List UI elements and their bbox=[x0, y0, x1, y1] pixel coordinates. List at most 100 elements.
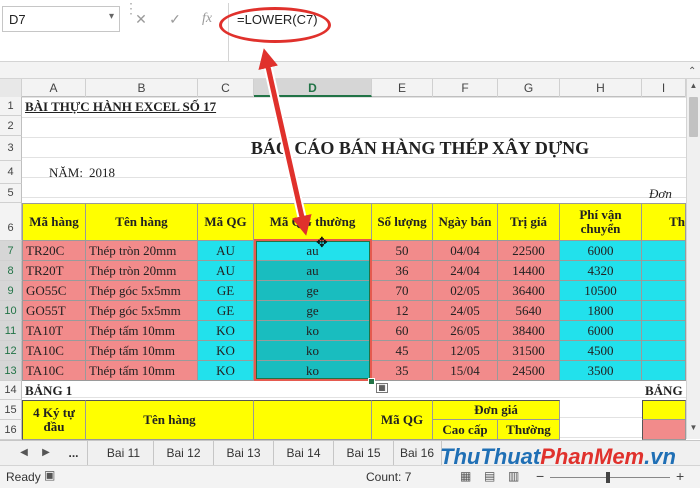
cell-ngay-ban[interactable]: 26/05 bbox=[433, 321, 498, 341]
cell-phi-van-chuyen[interactable]: 6000 bbox=[560, 321, 642, 341]
header-ten-hang[interactable]: Tên hàng bbox=[86, 203, 198, 241]
cell-ten-hang[interactable]: Thép tròn 20mm bbox=[86, 261, 198, 281]
report-title[interactable]: BÁO CÁO BÁN HÀNG THÉP XÂY DỰNG bbox=[200, 136, 640, 161]
lookup-empty[interactable] bbox=[254, 400, 372, 440]
cell-tri-gia[interactable]: 38400 bbox=[498, 321, 560, 341]
cell-ma-hang[interactable]: GO55T bbox=[22, 301, 86, 321]
year-value[interactable]: 2018 bbox=[86, 161, 146, 184]
scroll-up-icon[interactable]: ▲ bbox=[688, 81, 699, 95]
zoom-slider-thumb[interactable] bbox=[606, 472, 610, 483]
cell-ma-hang[interactable]: TA10C bbox=[22, 361, 86, 381]
cell-ma-qg[interactable]: GE bbox=[198, 281, 254, 301]
cell-phi-van-chuyen[interactable]: 4500 bbox=[560, 341, 642, 361]
cell-col-i[interactable] bbox=[642, 361, 686, 381]
vertical-scrollbar[interactable]: ▲ ▼ bbox=[686, 79, 700, 439]
cell-col-i[interactable] bbox=[642, 321, 686, 341]
sheet-tab-bai-11[interactable]: Bai 11 bbox=[94, 441, 154, 465]
prev-sheet-icon[interactable]: ◀ bbox=[16, 441, 32, 465]
collapse-icon[interactable]: ⌃ bbox=[688, 66, 696, 77]
header-phi-van-chuyen[interactable]: Phí vận chuyển bbox=[560, 203, 642, 241]
cell-ten-hang[interactable]: Thép tấm 10mm bbox=[86, 321, 198, 341]
cell-tri-gia[interactable]: 5640 bbox=[498, 301, 560, 321]
scroll-thumb[interactable] bbox=[689, 97, 698, 137]
column-header-h[interactable]: H bbox=[560, 79, 642, 97]
cell-phi-van-chuyen[interactable]: 10500 bbox=[560, 281, 642, 301]
zoom-in-button[interactable]: + bbox=[676, 468, 684, 484]
cell-ngay-ban[interactable]: 15/04 bbox=[433, 361, 498, 381]
row-header-1[interactable]: 1 bbox=[0, 97, 22, 116]
column-header-a[interactable]: A bbox=[22, 79, 86, 97]
row-header-8[interactable]: 8 bbox=[0, 261, 22, 281]
column-header-c[interactable]: C bbox=[198, 79, 254, 97]
cell-tri-gia[interactable]: 36400 bbox=[498, 281, 560, 301]
zoom-slider-track[interactable] bbox=[550, 477, 670, 478]
row-header-9[interactable]: 9 bbox=[0, 281, 22, 301]
cell-ma-hang[interactable]: TA10C bbox=[22, 341, 86, 361]
bang-2-cell[interactable] bbox=[642, 420, 686, 440]
insert-function-icon[interactable]: fx bbox=[196, 9, 218, 29]
page-layout-icon[interactable]: ▤ bbox=[484, 469, 495, 483]
select-all-corner[interactable] bbox=[0, 79, 22, 97]
cell-ma-qg[interactable]: KO bbox=[198, 341, 254, 361]
cell-so-luong[interactable]: 50 bbox=[372, 241, 433, 261]
cell-so-luong[interactable]: 70 bbox=[372, 281, 433, 301]
column-header-d[interactable]: D bbox=[254, 79, 372, 97]
cell-ngay-ban[interactable]: 24/05 bbox=[433, 301, 498, 321]
row-header-6[interactable]: 6 bbox=[0, 203, 22, 241]
cell-ma-qg[interactable]: KO bbox=[198, 321, 254, 341]
cell-ten-hang[interactable]: Thép tròn 20mm bbox=[86, 241, 198, 261]
cell-tri-gia[interactable]: 31500 bbox=[498, 341, 560, 361]
scroll-down-icon[interactable]: ▼ bbox=[688, 423, 699, 437]
row-header-13[interactable]: 13 bbox=[0, 361, 22, 381]
bang-1-label[interactable]: BẢNG 1 bbox=[22, 381, 142, 400]
cell-so-luong[interactable]: 35 bbox=[372, 361, 433, 381]
bang-2-header[interactable] bbox=[642, 400, 686, 420]
row-header-2[interactable]: 2 bbox=[0, 116, 22, 136]
column-header-f[interactable]: F bbox=[433, 79, 498, 97]
sheet-title[interactable]: BÀI THỰC HÀNH EXCEL SỐ 17 bbox=[22, 97, 262, 116]
row-header-4[interactable]: 4 bbox=[0, 161, 22, 184]
cell-phi-van-chuyen[interactable]: 1800 bbox=[560, 301, 642, 321]
row-header-5[interactable]: 5 bbox=[0, 184, 22, 203]
column-header-e[interactable]: E bbox=[372, 79, 433, 97]
cell-col-i[interactable] bbox=[642, 301, 686, 321]
row-header-10[interactable]: 10 bbox=[0, 301, 22, 321]
cell-ten-hang[interactable]: Thép góc 5x5mm bbox=[86, 281, 198, 301]
page-break-icon[interactable]: ▥ bbox=[508, 469, 519, 483]
cell-ma-hang[interactable]: TR20T bbox=[22, 261, 86, 281]
sheet-tab-bai-16[interactable]: Bai 16 bbox=[394, 441, 442, 465]
cell-ma-qg[interactable]: AU bbox=[198, 261, 254, 281]
fill-handle[interactable] bbox=[368, 378, 375, 385]
cell-phi-van-chuyen[interactable]: 4320 bbox=[560, 261, 642, 281]
cell-phi-van-chuyen[interactable]: 3500 bbox=[560, 361, 642, 381]
quick-analysis-icon[interactable]: ▦ bbox=[376, 383, 388, 393]
bang-2-label[interactable]: BẢNG bbox=[642, 381, 686, 400]
row-header-16[interactable]: 16 bbox=[0, 420, 22, 440]
name-box[interactable]: D7 ▾ bbox=[2, 6, 120, 32]
cell-ma-hang[interactable]: GO55C bbox=[22, 281, 86, 301]
lookup-header-ten-hang[interactable]: Tên hàng bbox=[86, 400, 254, 440]
cell-so-luong[interactable]: 12 bbox=[372, 301, 433, 321]
macro-record-icon[interactable]: ▣ bbox=[44, 468, 55, 482]
cell-ma-qg[interactable]: AU bbox=[198, 241, 254, 261]
header-col-i[interactable]: Th bbox=[642, 203, 686, 241]
cell-col-i[interactable] bbox=[642, 261, 686, 281]
lookup-header-ma-qg[interactable]: Mã QG bbox=[372, 400, 433, 440]
column-header-b[interactable]: B bbox=[86, 79, 198, 97]
column-header-i[interactable]: I bbox=[642, 79, 686, 97]
cell-so-luong[interactable]: 36 bbox=[372, 261, 433, 281]
unit-text[interactable]: Đơn bbox=[646, 184, 686, 203]
cell-so-luong[interactable]: 45 bbox=[372, 341, 433, 361]
cell-ten-hang[interactable]: Thép tấm 10mm bbox=[86, 341, 198, 361]
header-ma-hang[interactable]: Mã hàng bbox=[22, 203, 86, 241]
row-header-14[interactable]: 14 bbox=[0, 381, 22, 400]
normal-view-icon[interactable]: ▦ bbox=[460, 469, 471, 483]
cell-ngay-ban[interactable]: 12/05 bbox=[433, 341, 498, 361]
chevron-down-icon[interactable]: ▾ bbox=[109, 11, 114, 22]
row-header-12[interactable]: 12 bbox=[0, 341, 22, 361]
cell-tri-gia[interactable]: 14400 bbox=[498, 261, 560, 281]
cell-ma-hang[interactable]: TA10T bbox=[22, 321, 86, 341]
cell-col-i[interactable] bbox=[642, 241, 686, 261]
cell-so-luong[interactable]: 60 bbox=[372, 321, 433, 341]
lookup-header-ky-tu[interactable]: 4 Ký tự đầu bbox=[22, 400, 86, 440]
